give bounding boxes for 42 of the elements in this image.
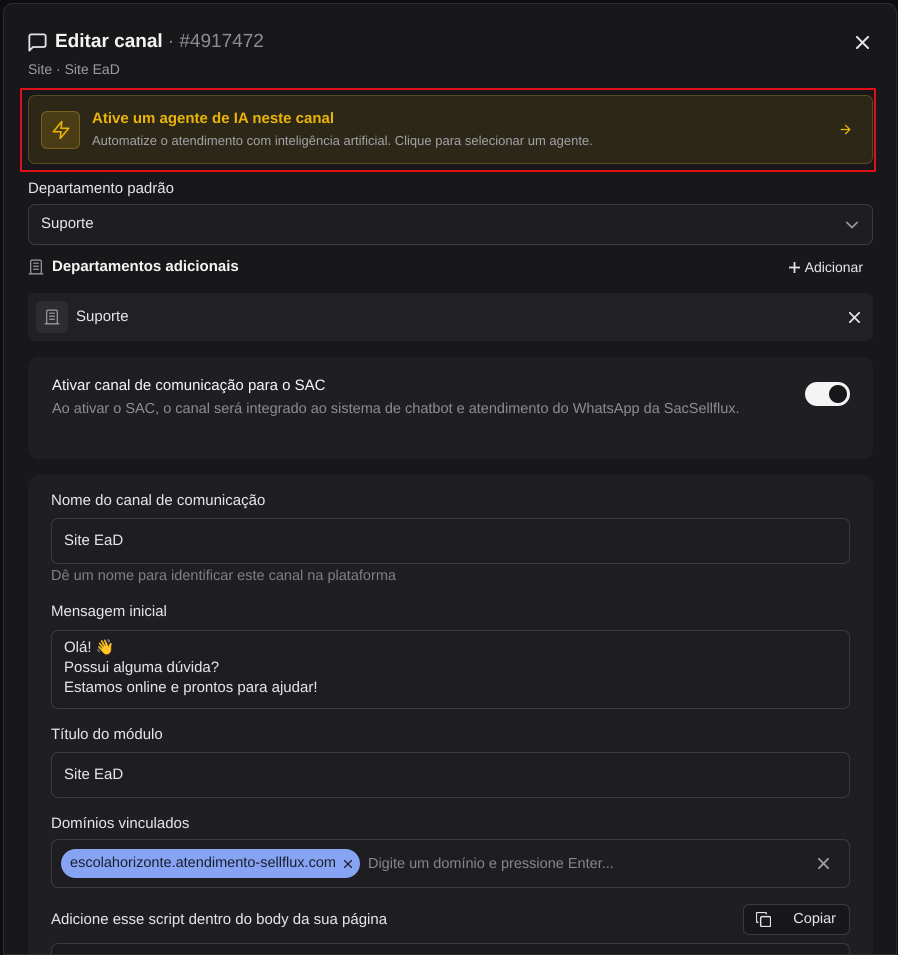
close-icon <box>856 36 869 48</box>
banner-description: Automatize o atendimento com inteligência artificial. Clique para selecionar um agente. <box>92 132 594 150</box>
close-icon <box>849 312 860 322</box>
domain-input[interactable]: Digite um domínio e pressione Enter... <box>368 852 810 874</box>
close-button[interactable] <box>856 36 869 48</box>
chevron-down-icon <box>846 218 858 230</box>
remove-tag-button[interactable] <box>344 860 352 868</box>
domain-tag-label: escolahorizonte.atendimento-sellflux.com <box>70 854 336 873</box>
sac-title: Ativar canal de comunicação para o SAC <box>52 376 326 396</box>
channel-id: · #4917472 <box>168 30 264 54</box>
close-icon <box>344 860 352 868</box>
sac-description: Ao ativar o SAC, o canal será integrado ao sistema de chatbot e atendimento do WhatsApp da SacSellflux. <box>52 400 741 419</box>
bolt-icon <box>41 110 80 148</box>
module-title-input[interactable]: Site EaD <box>51 752 850 798</box>
field-label: Domínios vinculados <box>51 814 190 834</box>
banner-title: Ative um agente de IA neste canal <box>92 109 336 129</box>
department-name: Suporte <box>76 306 129 327</box>
arrow-right-icon <box>839 123 852 136</box>
field-label: Nome do canal de comunicação <box>51 491 266 511</box>
sac-toggle[interactable] <box>805 382 850 406</box>
chat-bubble-icon <box>28 32 47 52</box>
building-icon <box>36 301 68 333</box>
plus-icon <box>788 262 800 272</box>
field-label: Adicione esse script dentro do body da sua página <box>51 910 388 930</box>
help-text: Dê um nome para identificar este canal na plataforma <box>51 567 397 586</box>
ai-agent-banner[interactable]: Ative um agente de IA neste canal Automatize o atendimento com inteligência artificial. Clique para selecionar um agente. <box>28 95 873 164</box>
remove-button[interactable] <box>849 312 860 322</box>
field-label: Título do módulo <box>51 725 164 745</box>
domains-field[interactable]: escolahorizonte.atendimento-sellflux.com Digite um domínio e pressione Enter... <box>51 839 850 888</box>
channel-name-input[interactable]: Site EaD <box>51 518 850 564</box>
section-title: Departamentos adicionais <box>52 256 239 277</box>
initial-message-field[interactable]: Olá! 👋 Possui alguma dúvida? Estamos online e prontos para ajudar! <box>51 630 850 709</box>
clear-icon <box>818 858 829 869</box>
building-icon <box>28 259 44 275</box>
add-button[interactable]: Adicionar <box>788 256 873 278</box>
dialog-subtitle: Site · Site EaD <box>28 60 121 79</box>
field-label: Departamento padrão <box>28 179 175 199</box>
copy-icon <box>756 912 772 927</box>
department-select[interactable]: Suporte <box>28 204 873 245</box>
dialog-title: Editar canal <box>55 30 163 54</box>
field-label: Mensagem inicial <box>51 602 168 622</box>
copy-button[interactable]: Copiar <box>743 904 850 935</box>
